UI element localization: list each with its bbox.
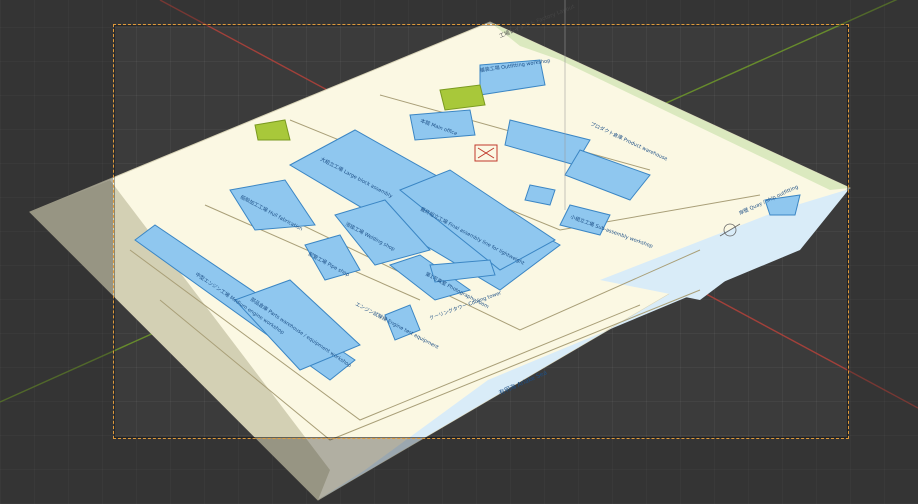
building-green-1[interactable] <box>439 84 486 111</box>
map-plane[interactable]: 工場レイアウト Factory Layout 中型エンジン工場 Medium e… <box>29 2 852 501</box>
3d-viewport[interactable]: 工場レイアウト Factory Layout 中型エンジン工場 Medium e… <box>0 0 918 504</box>
viewport-scene: 工場レイアウト Factory Layout 中型エンジン工場 Medium e… <box>0 0 918 504</box>
